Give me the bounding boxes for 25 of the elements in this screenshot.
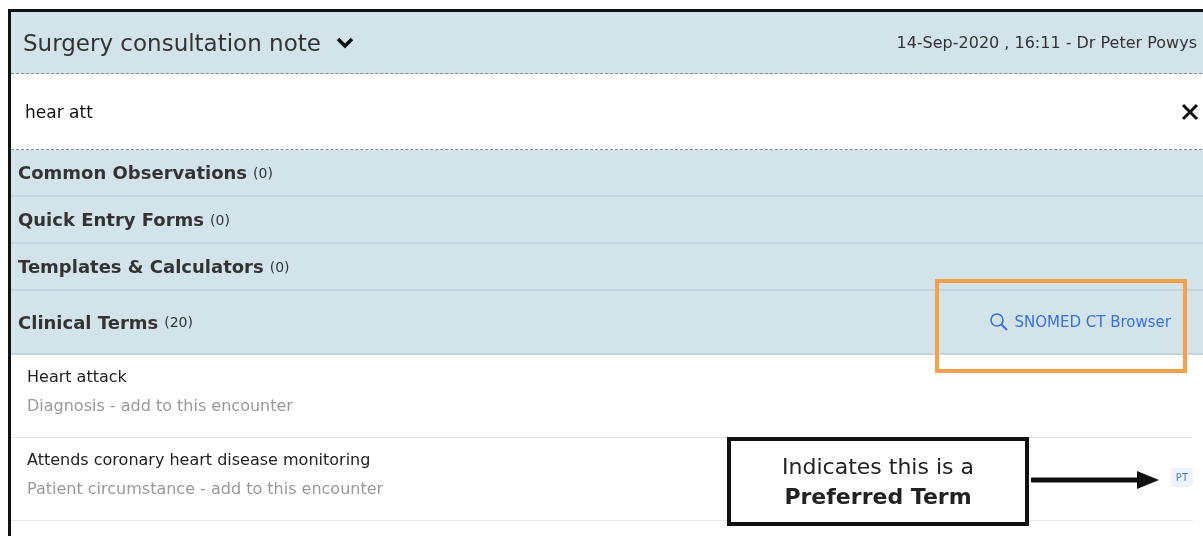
- search-icon: [988, 312, 1009, 332]
- section-header[interactable]: Quick Entry Forms (0): [11, 197, 1203, 244]
- section-title[interactable]: Templates & Calculators: [18, 256, 264, 277]
- section-title[interactable]: Quick Entry Forms: [18, 209, 205, 230]
- section-title[interactable]: Clinical Terms: [18, 311, 159, 333]
- term-detail: Patient circumstance - add to this encounter: [27, 479, 384, 498]
- note-title[interactable]: Surgery consultation note: [23, 29, 321, 56]
- snomed-browser-link[interactable]: SNOMED CT Browser: [982, 311, 1177, 333]
- term-detail: Diagnosis - add to this encounter: [27, 396, 293, 415]
- section-count: (0): [210, 211, 230, 228]
- term-name[interactable]: Attends coronary heart disease monitoring: [27, 450, 371, 469]
- section-count: (20): [164, 314, 193, 330]
- chevron-down-icon[interactable]: [334, 35, 355, 50]
- search-field[interactable]: hear att: [25, 101, 1181, 122]
- term-name[interactable]: Heart attack: [27, 367, 127, 386]
- section-title[interactable]: Common Observations: [18, 162, 248, 183]
- section-count: (0): [253, 164, 273, 181]
- section-header[interactable]: Templates & Calculators (0): [11, 244, 1203, 291]
- close-icon[interactable]: [1181, 102, 1199, 121]
- consultation-info: 14-Sep-2020 , 16:11 - Dr Peter Powys: [896, 33, 1197, 52]
- callout-text: Indicates this is a Preferred Term: [781, 452, 975, 511]
- section-count: (0): [269, 258, 290, 275]
- section-header[interactable]: Clinical Terms (20) SNOMED CT Browser: [11, 291, 1203, 355]
- preferred-term-badge: PT: [1170, 468, 1193, 487]
- section-header[interactable]: Common Observations (0): [11, 150, 1203, 197]
